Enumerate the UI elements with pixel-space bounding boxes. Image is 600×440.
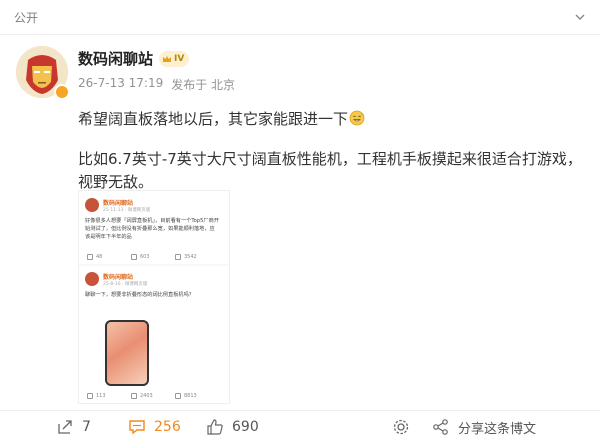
divider [0,34,600,35]
settings-icon [393,419,409,435]
like-count: 690 [232,419,259,435]
like-button[interactable]: 690 [206,418,259,436]
post-text: 希望阔直板落地以后，其它家能跟进一下 [78,110,349,128]
vip-level: IV [174,53,185,64]
embedded-like: 3542 [175,254,219,260]
embedded-meta: 25-11-13 · 微博网页版 [103,208,151,213]
repost-count: 7 [82,419,91,435]
phone-image [105,320,149,386]
chevron-down-icon[interactable] [574,11,586,23]
post-source: 发布于 北京 [171,78,236,92]
post-body-text: 比如6.7英寸-7英寸大尺寸阔直板性能机，工程机手板摸起来很适合打游戏，视野无敌… [78,150,582,191]
share-label: 分享这条博文 [458,421,537,437]
comment-icon [129,420,145,435]
divider [0,410,600,411]
embedded-like: 8813 [175,393,219,399]
more-button[interactable] [392,418,410,436]
embedded-avatar [85,272,99,286]
vip-badge[interactable]: IV [159,50,190,67]
post-meta: 26-7-13 17:19 发布于 北京 [78,76,235,93]
share-button[interactable]: 分享这条博文 [432,418,536,437]
embedded-post-card: 数码闲聊站 25-11-13 · 微博网页版 好像很多人想要「阔屏直板机」，目前… [79,191,229,264]
post-timestamp[interactable]: 26-7-13 17:19 [78,76,163,93]
author-row: 数码闲聊站 IV [78,48,190,69]
embedded-comment: 603 [131,254,175,260]
embedded-repost: 113 [87,393,131,399]
post-text-line1: 希望阔直板落地以后，其它家能跟进一下 [78,108,578,129]
thumbs-up-icon [207,419,223,435]
repost-icon [87,393,93,399]
embedded-author: 数码闲聊站 [103,200,134,207]
embedded-author: 数码闲聊站 [103,274,134,281]
embedded-text: 好像很多人想要「阔屏直板机」，目前看有一个Top5厂商开始测试了，但比例没有折叠… [85,218,219,240]
repost-button[interactable]: 7 [56,418,91,436]
crown-icon [163,55,172,62]
smiling-sweat-emoji-icon [349,110,365,126]
comment-count: 256 [154,419,181,435]
embedded-actions: 113 2403 8813 [87,393,219,399]
embedded-actions: 48 603 3542 [87,254,219,260]
embedded-post-card: 数码闲聊站 25-8-16 · 微博网页版 聊聊一下，想要非折叠形态的阔比例直板… [79,266,229,403]
repost-icon [87,254,93,260]
verified-badge-icon [54,84,70,100]
embedded-meta: 25-8-16 · 微博网页版 [103,282,148,287]
share-icon [433,419,448,435]
comment-icon [131,393,137,399]
like-icon [175,393,181,399]
visibility-label: 公开 [14,10,39,25]
post-header-bar: 公开 [0,0,600,34]
embedded-screenshot-image[interactable]: 数码闲聊站 25-11-13 · 微博网页版 好像很多人想要「阔屏直板机」，目前… [78,190,230,404]
embedded-text: 聊聊一下，想要非折叠形态的阔比例直板机吗？ [85,292,194,298]
repost-icon [58,420,72,434]
author-name[interactable]: 数码闲聊站 [78,48,153,69]
embedded-avatar [85,198,99,212]
comment-icon [131,254,137,260]
embedded-comment: 2403 [131,393,175,399]
embedded-repost: 48 [87,254,131,260]
post-action-bar: 7 256 690 分享这条博文 [0,414,600,440]
like-icon [175,254,181,260]
comment-button[interactable]: 256 [128,418,181,436]
